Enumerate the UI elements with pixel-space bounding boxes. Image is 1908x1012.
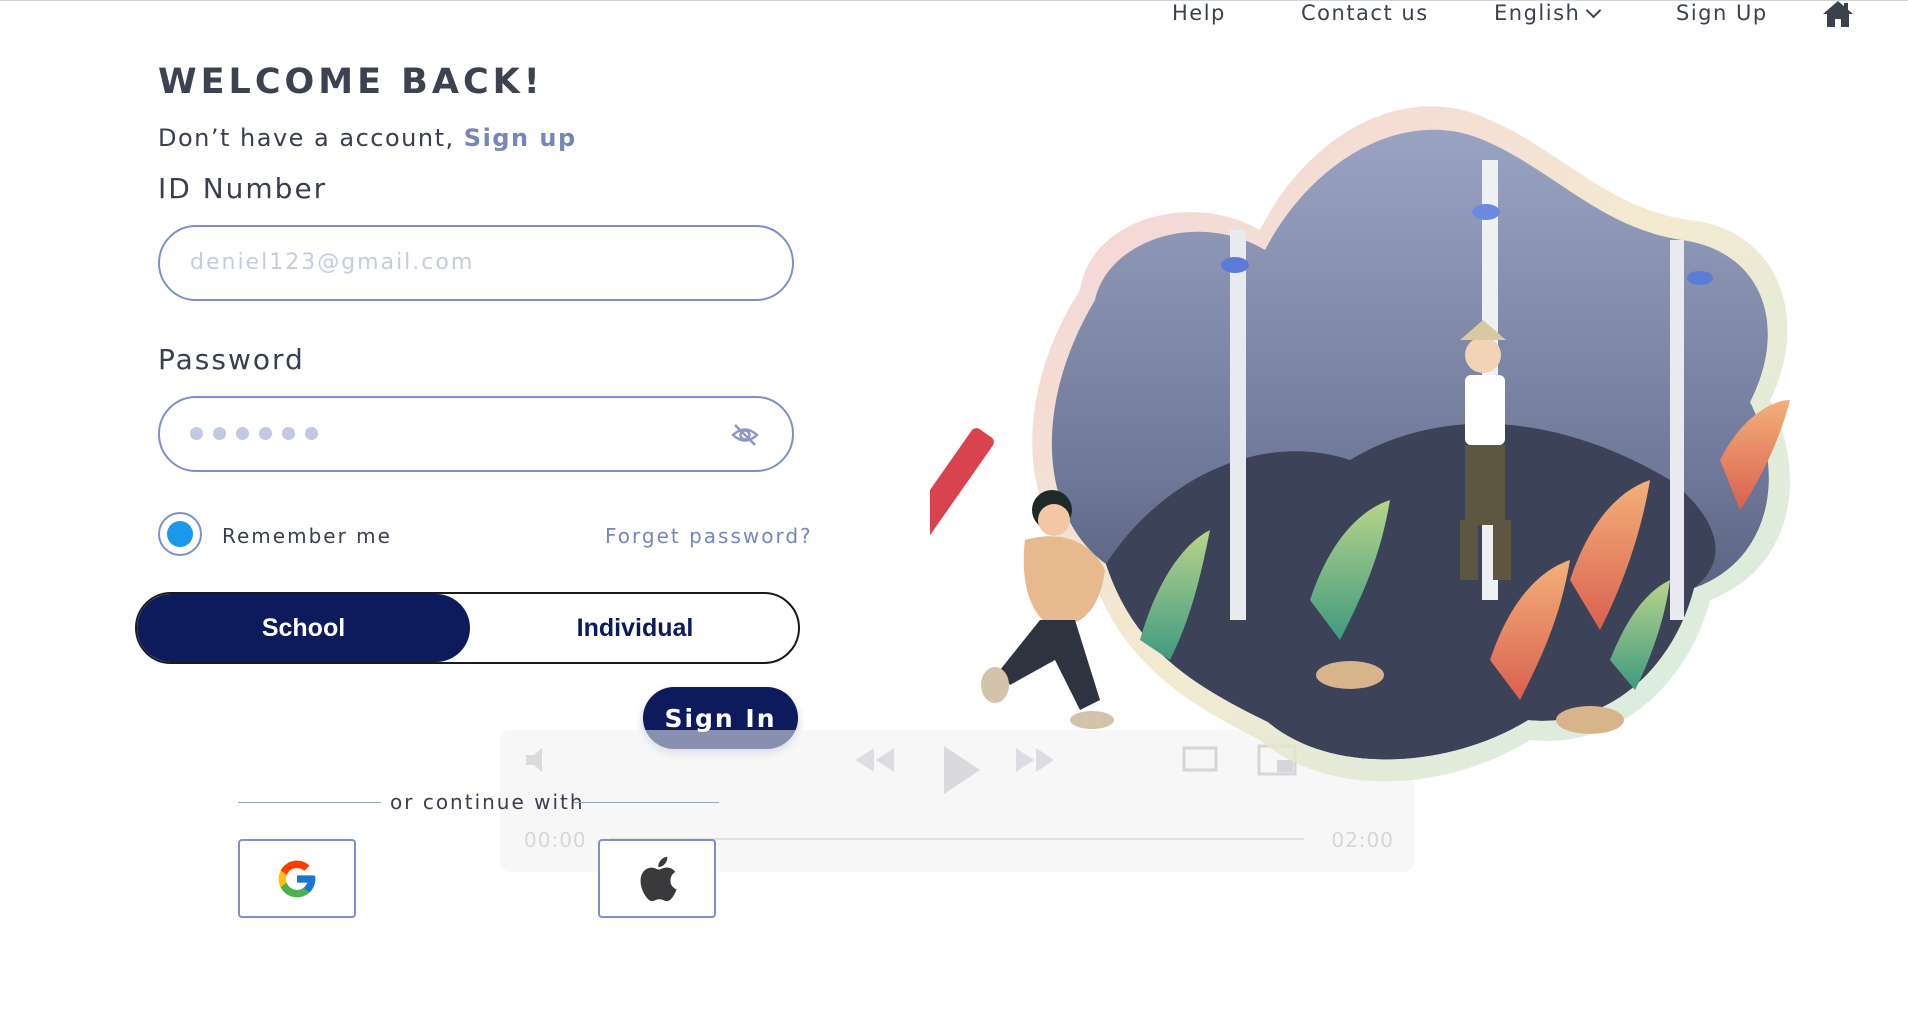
- password-mask-dot: [213, 427, 226, 440]
- password-mask-dot: [282, 427, 295, 440]
- id-number-placeholder: deniel123@gmail.com: [190, 250, 475, 275]
- apple-signin-button[interactable]: [598, 839, 716, 918]
- or-continue-label: or continue with: [390, 790, 585, 814]
- language-label: English: [1494, 1, 1581, 25]
- rewind-icon[interactable]: [850, 740, 900, 780]
- divider-right: [574, 802, 719, 803]
- id-number-label: ID Number: [158, 172, 328, 205]
- password-mask-dot: [259, 427, 272, 440]
- id-number-input[interactable]: deniel123@gmail.com: [158, 225, 794, 301]
- home-icon[interactable]: [1822, 0, 1854, 28]
- no-account-text: Don’t have a account, Sign up: [158, 124, 577, 152]
- remember-me-radio[interactable]: [158, 512, 202, 556]
- google-signin-button[interactable]: [238, 839, 356, 918]
- individual-toggle-button[interactable]: Individual: [470, 594, 798, 662]
- chevron-down-icon: [1586, 2, 1602, 18]
- remember-me-indicator: [167, 521, 193, 547]
- remember-me-label: Remember me: [222, 524, 392, 548]
- page-title: WELCOME BACK!: [158, 62, 544, 102]
- nav-contact-link[interactable]: Contact us: [1301, 0, 1429, 26]
- password-mask-dot: [236, 427, 249, 440]
- divider-left: [238, 802, 381, 803]
- school-toggle-button[interactable]: School: [137, 594, 470, 662]
- forest-explorer-illustration: [930, 106, 1790, 782]
- account-type-toggle: School Individual: [135, 592, 800, 664]
- password-mask-dot: [190, 427, 203, 440]
- top-border: [0, 0, 1908, 1]
- language-selector[interactable]: English: [1494, 0, 1602, 26]
- video-current-time: 00:00: [524, 828, 587, 852]
- nav-help-link[interactable]: Help: [1172, 0, 1226, 26]
- volume-icon[interactable]: [520, 740, 560, 780]
- eye-slash-icon[interactable]: [730, 420, 760, 450]
- nav-signup-link[interactable]: Sign Up: [1676, 0, 1768, 26]
- apple-icon: [640, 856, 677, 901]
- password-mask: [190, 427, 318, 440]
- password-mask-dot: [305, 427, 318, 440]
- google-icon: [278, 860, 316, 897]
- forget-password-link[interactable]: Forget password?: [605, 524, 813, 548]
- signup-link[interactable]: Sign up: [464, 124, 577, 152]
- password-label: Password: [158, 343, 305, 376]
- password-input[interactable]: [158, 396, 794, 472]
- no-account-label: Don’t have a account,: [158, 124, 455, 152]
